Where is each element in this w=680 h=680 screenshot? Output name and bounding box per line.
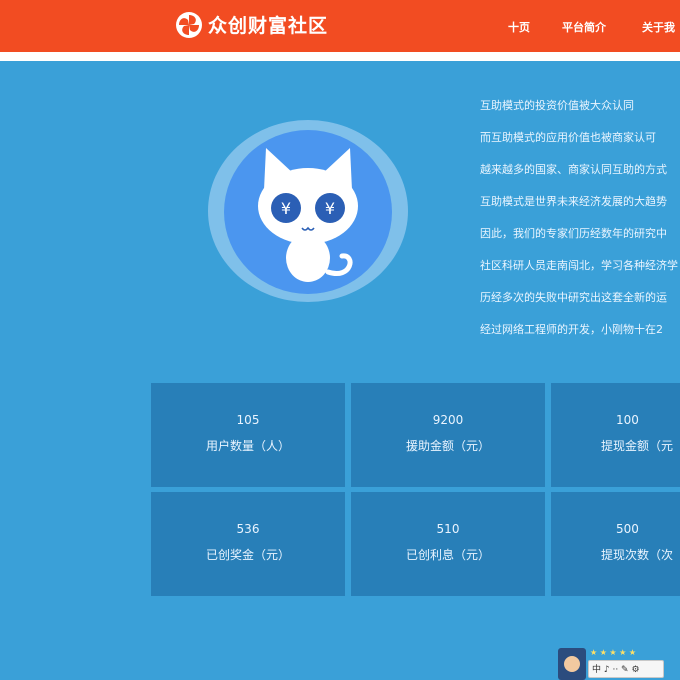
stat-card-users: 105 用户数量（人）: [151, 383, 345, 487]
top-bar: 众创财富社区 十页 平台简介 关于我: [0, 0, 680, 52]
stat-value: 500: [616, 522, 639, 536]
stat-value: 105: [236, 413, 260, 427]
stat-card-aid-amount: 9200 援助金额（元）: [351, 383, 545, 487]
stat-label: 已创利息（元）: [405, 548, 490, 562]
ime-toolbar[interactable]: 中 ♪ ·· ✎ ⚙: [588, 660, 664, 678]
nav-platform-intro[interactable]: 平台简介: [562, 19, 606, 35]
left-eye-yen: ¥: [281, 199, 291, 218]
star-icons: ★ ★ ★ ★ ★: [590, 648, 637, 657]
stat-card-withdraw-count: 500 提现次数（次: [551, 492, 680, 596]
description-line: 越来越多的国家、商家认同互助的方式: [480, 163, 667, 176]
nav-about[interactable]: 关于我: [642, 19, 675, 35]
stat-value: 510: [436, 522, 460, 536]
description-text: 互助模式的投资价值被大众认同 而互助模式的应用价值也被商家认可 越来越多的国家、…: [480, 98, 680, 354]
description-line: 历经多次的失败中研究出这套全新的运: [480, 291, 667, 304]
stat-value: 536: [236, 522, 260, 536]
stat-label: 已创奖金（元）: [205, 548, 290, 562]
stat-card-bonus: 536 已创奖金（元）: [151, 492, 345, 596]
avatar-face-icon: [564, 656, 580, 672]
description-line: 经过网络工程师的开发，小刚物十在2: [480, 323, 663, 336]
description-line: 社区科研人员走南闯北，学习各种经济学: [480, 259, 678, 272]
nav-home[interactable]: 十页: [508, 19, 530, 35]
header-divider: [0, 52, 680, 61]
stat-card-interest: 510 已创利息（元）: [351, 492, 545, 596]
ime-widget[interactable]: ★ ★ ★ ★ ★ 中 ♪ ·· ✎ ⚙: [558, 648, 666, 680]
stat-label: 提现金额（元: [601, 439, 674, 453]
stat-value: 100: [616, 413, 639, 427]
description-line: 互助模式的投资价值被大众认同: [480, 99, 634, 112]
stat-label: 用户数量（人）: [205, 439, 290, 453]
description-line: 而互助模式的应用价值也被商家认可: [480, 131, 656, 144]
brand-name[interactable]: 众创财富社区: [208, 11, 328, 38]
right-eye-yen: ¥: [325, 199, 335, 218]
logo-icon[interactable]: [174, 10, 204, 40]
avatar[interactable]: [558, 648, 586, 680]
stat-label: 援助金额（元）: [405, 439, 490, 453]
stat-label: 提现次数（次: [601, 548, 674, 562]
stat-card-withdraw-amount: 100 提现金额（元: [551, 383, 680, 487]
description-line: 互助模式是世界未来经济发展的大趋势: [480, 195, 667, 208]
description-line: 因此，我们的专家们历经数年的研究中: [480, 227, 667, 240]
cat-yen-eyes-icon: ¥ ¥: [258, 148, 358, 282]
stat-value: 9200: [432, 413, 464, 427]
